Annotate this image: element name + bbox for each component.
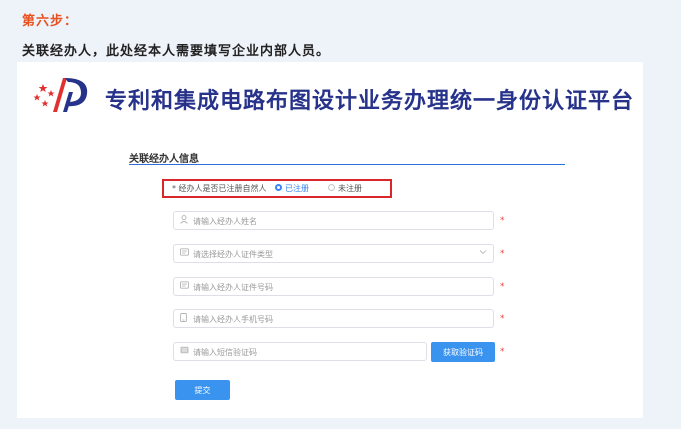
required-mark: * xyxy=(500,282,505,292)
id-number-placeholder: 请输入经办人证件号码 xyxy=(193,283,273,292)
radio-registered-label[interactable]: 已注册 xyxy=(285,183,309,194)
message-icon xyxy=(180,346,189,356)
chevron-down-icon[interactable] xyxy=(479,248,487,258)
id-card-icon xyxy=(180,248,189,258)
section-divider xyxy=(129,164,565,165)
id-type-placeholder: 请选择经办人证件类型 xyxy=(193,250,273,259)
user-icon xyxy=(180,215,188,226)
screenshot-panel: 专利和集成电路布图设计业务办理统一身份认证平台 关联经办人信息 * 经办人是否已… xyxy=(17,62,643,418)
phone-input[interactable]: 请输入经办人手机号码 xyxy=(173,309,494,328)
submit-button[interactable]: 提交 xyxy=(175,380,230,400)
required-mark: * xyxy=(500,249,505,259)
registered-question-label: * 经办人是否已注册自然人 xyxy=(172,184,267,193)
required-mark: * xyxy=(500,314,505,324)
platform-title: 专利和集成电路布图设计业务办理统一身份认证平台 xyxy=(105,89,635,114)
required-mark: * xyxy=(500,216,505,226)
section-title: 关联经办人信息 xyxy=(129,154,199,165)
phone-icon xyxy=(180,313,187,324)
id-number-input[interactable]: 请输入经办人证件号码 xyxy=(173,277,494,296)
radio-unregistered-label[interactable]: 未注册 xyxy=(338,183,362,194)
id-type-select[interactable]: 请选择经办人证件类型 xyxy=(173,244,494,263)
agent-name-placeholder: 请输入经办人姓名 xyxy=(193,217,257,226)
get-code-button[interactable]: 获取验证码 xyxy=(431,342,495,362)
phone-placeholder: 请输入经办人手机号码 xyxy=(193,315,273,324)
required-mark: * xyxy=(500,347,505,357)
sms-code-placeholder: 请输入短信验证码 xyxy=(193,348,257,357)
radio-registered[interactable] xyxy=(275,184,282,191)
step-description: 关联经办人，此处经本人需要填写企业内部人员。 xyxy=(22,44,331,59)
agent-name-input[interactable]: 请输入经办人姓名 xyxy=(173,211,494,230)
sms-code-input[interactable]: 请输入短信验证码 xyxy=(173,342,427,361)
patent-office-logo-icon xyxy=(29,72,101,122)
id-card-icon xyxy=(180,281,189,291)
step-title: 第六步： xyxy=(22,14,79,29)
radio-unregistered[interactable] xyxy=(328,184,335,191)
